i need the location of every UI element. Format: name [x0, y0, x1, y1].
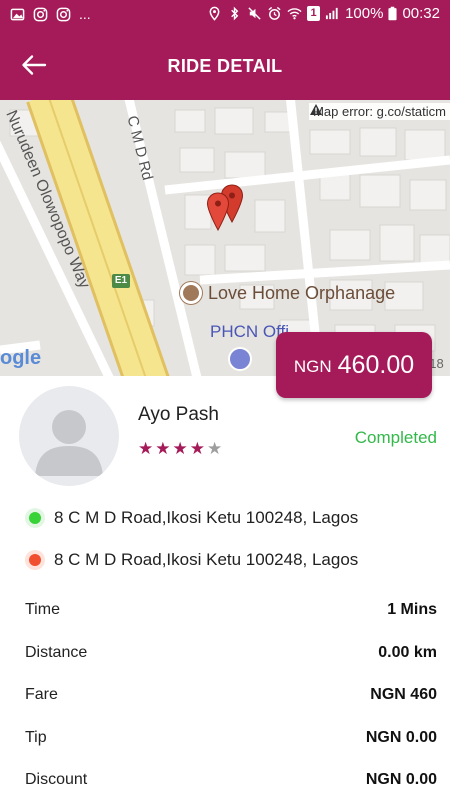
detail-value: NGN 0.00 — [365, 771, 437, 788]
instagram-icon — [56, 7, 71, 21]
status-bar-notifications: ... — [10, 6, 91, 22]
driver-avatar — [19, 386, 119, 486]
detail-label: Fare — [25, 686, 58, 703]
dropoff-dot-icon — [25, 550, 45, 570]
star-icon: ★ — [155, 439, 171, 458]
detail-row-tip: Tip NGN 0.00 — [25, 729, 437, 747]
detail-value: NGN 0.00 — [365, 729, 437, 746]
place-marker-icon — [180, 282, 202, 304]
fare-currency: NGN — [293, 357, 332, 376]
place-name: Love Home Orphanage — [208, 282, 396, 303]
status-bar-system: 1 100% 00:32 — [207, 5, 440, 22]
alarm-icon — [268, 6, 281, 20]
road-shield: E1 — [112, 274, 130, 288]
location-icon — [209, 6, 220, 21]
sim-badge: 1 — [307, 6, 321, 21]
gallery-icon — [10, 8, 25, 20]
signal-icon — [326, 7, 338, 20]
user-placeholder-icon — [35, 410, 103, 476]
fare-badge: NGN 460.00 — [276, 332, 432, 398]
instagram-icon — [33, 7, 48, 21]
app-bar: RIDE DETAIL — [0, 30, 450, 100]
dropoff-address: 8 C M D Road,Ikosi Ketu 100248, Lagos — [54, 550, 359, 569]
detail-row-distance: Distance 0.00 km — [25, 644, 437, 662]
wifi-icon — [287, 8, 302, 20]
star-icon: ★ — [189, 439, 205, 458]
star-empty-icon: ★ — [207, 439, 223, 458]
fare-amount: 460.00 — [337, 350, 415, 379]
star-icon: ★ — [138, 439, 154, 458]
dropoff-address-row: 8 C M D Road,Ikosi Ketu 100248, Lagos — [25, 550, 358, 570]
detail-value: 1 Mins — [387, 601, 437, 618]
driver-name: Ayo Pash — [138, 404, 219, 425]
google-logo: ogle — [0, 347, 42, 369]
detail-row-fare: Fare NGN 460 — [25, 686, 437, 704]
poi-marker-icon — [228, 347, 252, 371]
mute-icon — [248, 7, 261, 20]
warning-icon — [310, 104, 323, 115]
battery-icon — [388, 6, 398, 21]
battery-percent: 100% — [345, 5, 384, 22]
detail-row-discount: Discount NGN 0.00 — [25, 771, 437, 789]
detail-value: 0.00 km — [378, 644, 437, 661]
ride-status: Completed — [354, 428, 437, 447]
page-title: RIDE DETAIL — [167, 56, 283, 76]
more-notifications: ... — [79, 6, 91, 22]
pickup-address-row: 8 C M D Road,Ikosi Ketu 100248, Lagos — [25, 508, 358, 528]
map-error-banner: Map error: g.co/staticm — [309, 103, 450, 120]
map-error-text: Map error: g.co/staticm — [313, 104, 446, 119]
pickup-address: 8 C M D Road,Ikosi Ketu 100248, Lagos — [54, 508, 359, 527]
status-bar: ... 1 100% 00:32 — [0, 0, 450, 30]
driver-rating: ★ ★ ★ ★ ★ — [138, 440, 222, 457]
detail-label: Discount — [25, 771, 88, 788]
star-icon: ★ — [172, 439, 188, 458]
clock: 00:32 — [402, 5, 440, 22]
detail-label: Distance — [25, 644, 88, 661]
bluetooth-icon — [231, 6, 239, 21]
detail-row-time: Time 1 Mins — [25, 601, 437, 619]
place-label: Love Home Orphanage — [180, 282, 395, 304]
pickup-dot-icon — [25, 508, 45, 528]
detail-label: Time — [25, 601, 60, 618]
detail-label: Tip — [25, 729, 47, 746]
detail-value: NGN 460 — [370, 686, 437, 703]
pickup-pin-icon — [206, 192, 230, 232]
